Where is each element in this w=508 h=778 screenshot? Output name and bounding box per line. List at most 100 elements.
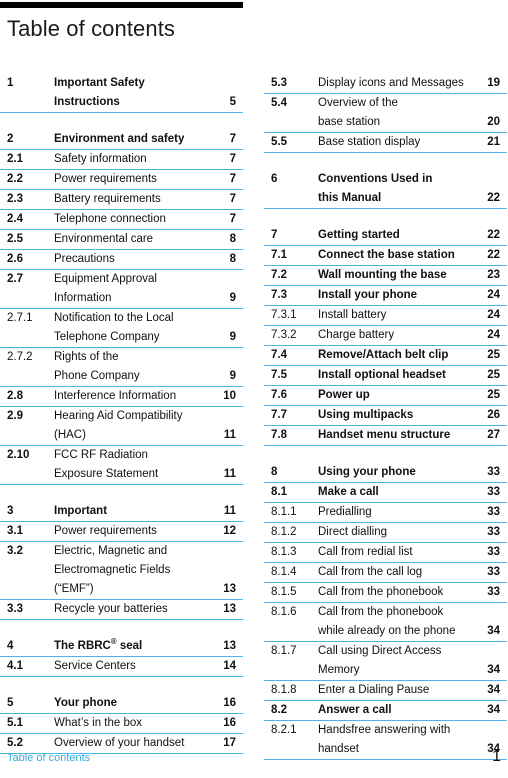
toc-entry[interactable]: 7.2 Wall mounting the base 23 — [264, 266, 507, 286]
toc-entry[interactable]: 4.1 Service Centers 14 — [0, 657, 243, 676]
toc-entry-page: 20 — [487, 116, 500, 128]
toc-entry[interactable]: 8.1.5 Call from the phonebook 33 — [264, 583, 507, 603]
toc-entry-title: Notification to the Local Telephone Compa… — [54, 309, 221, 347]
toc-entry-title: Important Safety Instructions — [54, 74, 221, 112]
toc-entry-title-line: Predialling — [318, 506, 372, 518]
toc-entry[interactable]: 1 Important Safety Instructions 5 — [0, 74, 243, 112]
toc-entry-number: 1 — [7, 77, 14, 89]
toc-entry-title-line: The RBRC® seal — [54, 637, 143, 652]
toc-entry[interactable]: 3 Important 11 — [0, 502, 243, 522]
toc-entry-title: Call using Direct Access Memory — [318, 642, 485, 680]
toc-entry[interactable]: 8.1.8 Enter a Dialing Pause 34 — [264, 681, 507, 701]
toc-group: 3 Important 11 3.1 Power requirements 12 3.2 El… — [0, 502, 243, 620]
toc-entry-title-line: this Manual — [318, 192, 382, 204]
toc-entry[interactable]: 2.4 Telephone connection 7 — [0, 210, 243, 230]
toc-entry-number: 8.2 — [271, 704, 287, 716]
toc-entry-number: 8.1.3 — [271, 546, 297, 558]
toc-entry[interactable]: 7.3.2 Charge battery 24 — [264, 326, 507, 346]
toc-entry-title-line: Install battery — [318, 309, 387, 321]
toc-entry[interactable]: 2.7 Equipment Approval Information 9 — [0, 270, 243, 309]
toc-entry[interactable]: 2.10 FCC RF Radiation Exposure Statement 11 — [0, 446, 243, 484]
toc-entry-title: Power requirements — [54, 522, 221, 541]
toc-entry[interactable]: 8.1.1 Predialling 33 — [264, 503, 507, 523]
toc-entry[interactable]: 7.5 Install optional headset 25 — [264, 366, 507, 386]
toc-entry-title: Power requirements — [54, 170, 221, 189]
toc-entry[interactable]: 8.1 Make a call 33 — [264, 483, 507, 503]
toc-entry-number: 2.2 — [7, 173, 23, 185]
toc-entry[interactable]: 8.1.7 Call using Direct Access Memory 34 — [264, 642, 507, 681]
toc-entry[interactable]: 8.1.3 Call from redial list 33 — [264, 543, 507, 563]
toc-entry-title-line: Remove/Attach belt clip — [318, 349, 449, 361]
toc-entry[interactable]: 8.1.2 Direct dialling 33 — [264, 523, 507, 543]
toc-entry[interactable]: 2.1 Safety information 7 — [0, 150, 243, 170]
toc-entry[interactable]: 3.3 Recycle your batteries 13 — [0, 600, 243, 619]
toc-entry[interactable]: 7.1 Connect the base station 22 — [264, 246, 507, 266]
toc-entry[interactable]: 5.2 Overview of your handset 17 — [0, 734, 243, 753]
toc-entry-number: 2.7.2 — [7, 351, 33, 363]
toc-entry[interactable]: 5.5 Base station display 21 — [264, 133, 507, 152]
toc-entry[interactable]: 8.1.4 Call from the call log 33 — [264, 563, 507, 583]
toc-entry[interactable]: 5.1 What’s in the box 16 — [0, 714, 243, 734]
toc-entry-number: 7.4 — [271, 349, 287, 361]
toc-entry-title-line: Power requirements — [54, 173, 157, 185]
toc-entry[interactable]: 2.7.2 Rights of the Phone Company 9 — [0, 348, 243, 387]
toc-entry-number: 2.7.1 — [7, 312, 33, 324]
toc-entry-title-line: Base station display — [318, 136, 421, 148]
toc-entry-page: 34 — [487, 684, 500, 696]
toc-entry-number: 5.2 — [7, 737, 23, 749]
toc-entry-number: 6 — [271, 173, 278, 185]
toc-entry-title-line: Call from redial list — [318, 546, 413, 558]
toc-columns: 1 Important Safety Instructions 5 2 Environme… — [0, 74, 508, 760]
toc-entry-title: Direct dialling — [318, 523, 485, 542]
toc-entry[interactable]: 2.7.1 Notification to the Local Telephone … — [0, 309, 243, 348]
toc-entry-page: 25 — [487, 369, 500, 381]
toc-entry-title-line: Power up — [318, 389, 370, 401]
toc-entry-title-line: Service Centers — [54, 660, 136, 672]
toc-entry[interactable]: 2.6 Precautions 8 — [0, 250, 243, 270]
toc-entry-page: 22 — [487, 249, 500, 261]
toc-entry-title: Connect the base station — [318, 246, 485, 265]
toc-entry[interactable]: 8.2 Answer a call 34 — [264, 701, 507, 721]
toc-entry[interactable]: 5 Your phone 16 — [0, 694, 243, 714]
toc-entry[interactable]: 2.2 Power requirements 7 — [0, 170, 243, 190]
toc-entry-number: 7.6 — [271, 389, 287, 401]
toc-entry-number: 7.3.2 — [271, 329, 297, 341]
page-footer: Table of contents 1 — [0, 748, 508, 770]
toc-entry[interactable]: 7.3.1 Install battery 24 — [264, 306, 507, 326]
toc-entry[interactable]: 8 Using your phone 33 — [264, 463, 507, 483]
toc-entry[interactable]: 7.3 Install your phone 24 — [264, 286, 507, 306]
toc-entry[interactable]: 7 Getting started 22 — [264, 226, 507, 246]
toc-entry-page: 24 — [487, 289, 500, 301]
toc-entry[interactable]: 5.3 Display icons and Messages 19 — [264, 74, 507, 94]
toc-entry[interactable]: 7.7 Using multipacks 26 — [264, 406, 507, 426]
toc-entry[interactable]: 7.4 Remove/Attach belt clip 25 — [264, 346, 507, 366]
toc-entry[interactable]: 3.1 Power requirements 12 — [0, 522, 243, 542]
toc-entry-title: Equipment Approval Information — [54, 270, 221, 308]
toc-entry-page: 34 — [487, 664, 500, 676]
toc-entry[interactable]: 5.4 Overview of the base station 20 — [264, 94, 507, 133]
toc-entry-number: 7.8 — [271, 429, 287, 441]
toc-entry[interactable]: 2.9 Hearing Aid Compatibility (HAC) 11 — [0, 407, 243, 446]
toc-entry-title-line: Power requirements — [54, 525, 157, 537]
toc-entry-number: 2.9 — [7, 410, 23, 422]
toc-entry-page: 19 — [487, 77, 500, 89]
toc-group: 4 The RBRC® seal 13 4.1 Service Centers 14 — [0, 637, 243, 677]
toc-entry[interactable]: 3.2 Electric, Magnetic and Electromagnetic… — [0, 542, 243, 600]
toc-entry-number: 4.1 — [7, 660, 23, 672]
toc-entry-number: 7 — [271, 229, 278, 241]
toc-entry[interactable]: 7.8 Handset menu structure 27 — [264, 426, 507, 445]
toc-column-right: 5.3 Display icons and Messages 19 5.4 Overvi… — [264, 74, 507, 760]
toc-entry[interactable]: 7.6 Power up 25 — [264, 386, 507, 406]
toc-entry[interactable]: 4 The RBRC® seal 13 — [0, 637, 243, 657]
toc-entry[interactable]: 2.3 Battery requirements 7 — [0, 190, 243, 210]
toc-entry[interactable]: 2.8 Interference Information 10 — [0, 387, 243, 407]
toc-entry[interactable]: 2 Environment and safety 7 — [0, 130, 243, 150]
toc-entry[interactable]: 6 Conventions Used in this Manual 22 — [264, 170, 507, 208]
toc-entry-page: 21 — [487, 136, 500, 148]
toc-entry[interactable]: 2.5 Environmental care 8 — [0, 230, 243, 250]
toc-group: 6 Conventions Used in this Manual 22 — [264, 170, 507, 209]
toc-entry-page: 17 — [223, 737, 236, 749]
toc-entry-title-line: Overview of the — [318, 97, 398, 109]
toc-entry-number: 2.5 — [7, 233, 23, 245]
toc-entry[interactable]: 8.1.6 Call from the phonebook while alread… — [264, 603, 507, 642]
